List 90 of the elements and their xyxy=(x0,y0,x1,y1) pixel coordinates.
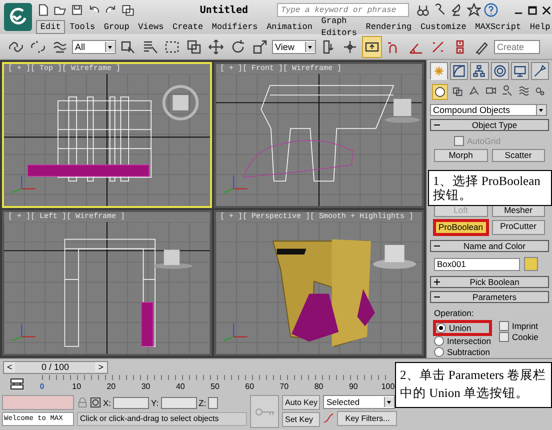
annotation-callout: 2、单击 Parameters 卷展栏中的 Union 单选按钮。 xyxy=(395,362,552,408)
rollout-header[interactable]: Name and Color xyxy=(430,240,549,252)
menu-item[interactable]: Tools xyxy=(65,20,100,34)
set-key-mode-button[interactable]: Set Key xyxy=(282,412,320,427)
new-file-icon[interactable] xyxy=(36,3,50,17)
maximize-icon[interactable] xyxy=(528,6,537,14)
rollout-header[interactable]: Pick Boolean xyxy=(430,276,549,288)
subcategory-dropdown[interactable]: Compound Objects xyxy=(430,104,547,116)
menu-item[interactable]: Edit xyxy=(36,20,66,34)
plus-icon xyxy=(434,279,440,285)
binoculars-icon[interactable] xyxy=(416,3,430,17)
menu-item[interactable]: Rendering xyxy=(361,20,416,34)
annotation-callout: 1、选择 ProBoolean 按钮。 xyxy=(428,170,552,206)
operation-radio[interactable]: Union xyxy=(434,321,491,335)
search-field[interactable]: Type a keyword or phrase xyxy=(277,3,409,17)
save-icon[interactable] xyxy=(70,3,84,17)
object-type-button[interactable]: Scatter xyxy=(492,149,545,162)
menu-item[interactable]: Create xyxy=(168,20,208,34)
key-mode-dropdown[interactable]: Selected xyxy=(323,395,396,409)
object-type-button[interactable]: ProBoolean xyxy=(434,220,488,235)
selection-mode-icon[interactable] xyxy=(90,397,101,408)
object-type-button[interactable]: Morph xyxy=(434,149,488,162)
menu-item[interactable]: Animation xyxy=(262,20,317,34)
tangent-icon[interactable] xyxy=(323,413,334,424)
menu-item[interactable]: Modifiers xyxy=(207,20,262,34)
color-swatch[interactable] xyxy=(524,257,538,271)
monitor-icon[interactable] xyxy=(510,62,529,80)
y-coordinate-field[interactable] xyxy=(160,396,197,408)
z-coordinate-field[interactable] xyxy=(208,396,218,408)
axis-icon xyxy=(223,174,248,194)
frame-number: 60 xyxy=(245,381,254,392)
viewcube-icon xyxy=(372,244,416,269)
x-coordinate-label: X: xyxy=(103,398,112,408)
frame-number: 30 xyxy=(141,381,150,392)
menu-item[interactable]: Graph Editors xyxy=(316,14,362,40)
window-title: Untitled xyxy=(198,4,250,16)
keyboard-icon[interactable] xyxy=(362,36,382,58)
script-output-field[interactable] xyxy=(2,395,74,410)
rollout-header[interactable]: Object Type xyxy=(430,119,549,131)
menu-item[interactable]: Customize xyxy=(416,20,471,34)
key-filters-button[interactable]: Key Filters... xyxy=(337,411,398,426)
rollout-header[interactable]: Parameters xyxy=(430,291,549,303)
object-name-field[interactable]: Box001 xyxy=(434,258,520,270)
group-label: Operation: xyxy=(434,308,475,318)
target-icon[interactable] xyxy=(490,62,509,80)
viewcube-icon xyxy=(162,84,199,120)
menu-item[interactable]: Views xyxy=(134,20,168,34)
axis-icon xyxy=(11,174,36,194)
x-coordinate-field[interactable] xyxy=(113,396,150,408)
hierarchy-icon[interactable] xyxy=(470,62,489,80)
sphere-icon[interactable] xyxy=(432,84,448,100)
frame-number: 50 xyxy=(210,381,220,392)
frame-number: 10 xyxy=(72,381,82,392)
minus-icon xyxy=(434,294,440,300)
object-type-button[interactable]: ProCutter xyxy=(492,220,545,235)
time-slider-thumb[interactable]: < 0 / 100 > xyxy=(3,360,108,374)
frame-position: 0 / 100 xyxy=(40,362,70,372)
auto-key-button[interactable]: Auto Key xyxy=(282,395,320,410)
next-frame-button[interactable]: > xyxy=(95,362,107,372)
frame-number: 70 xyxy=(280,381,289,392)
star-icon[interactable] xyxy=(467,3,481,17)
viewcube-icon xyxy=(384,98,420,123)
coordinate-system-dropdown[interactable]: View xyxy=(272,40,316,54)
curve-icon[interactable] xyxy=(450,62,468,80)
frame-number: 80 xyxy=(314,381,324,392)
option-checkbox[interactable]: Cookie xyxy=(498,332,538,342)
z-coordinate-label: Z: xyxy=(198,398,206,408)
option-checkbox[interactable]: Imprint xyxy=(498,321,538,331)
operation-radio[interactable]: Intersection xyxy=(434,336,491,346)
axis-icon xyxy=(11,322,36,342)
y-coordinate-label: Y: xyxy=(151,398,159,408)
viewcube-icon xyxy=(153,250,192,269)
menu-item[interactable]: Help xyxy=(525,20,552,34)
menu-item[interactable]: Group xyxy=(99,20,134,34)
axis-icon xyxy=(223,322,248,342)
frame-number: 0 xyxy=(40,381,44,392)
minus-icon xyxy=(434,243,440,249)
previous-frame-button[interactable]: < xyxy=(4,362,16,372)
project-icon[interactable] xyxy=(121,3,135,17)
frame-number: 20 xyxy=(106,381,116,392)
selection-filter-dropdown[interactable]: All xyxy=(72,40,116,54)
menu-item[interactable]: MAXScript xyxy=(470,20,526,34)
named-selection-field[interactable]: Create xyxy=(494,40,540,54)
frame-number: 90 xyxy=(348,381,358,392)
help-icon[interactable] xyxy=(484,3,498,17)
minus-icon xyxy=(434,122,440,128)
frame-number: 100 xyxy=(381,381,395,392)
operation-radio[interactable]: Subtraction xyxy=(434,347,491,357)
frame-number: 40 xyxy=(176,381,185,392)
close-icon[interactable] xyxy=(542,6,551,14)
